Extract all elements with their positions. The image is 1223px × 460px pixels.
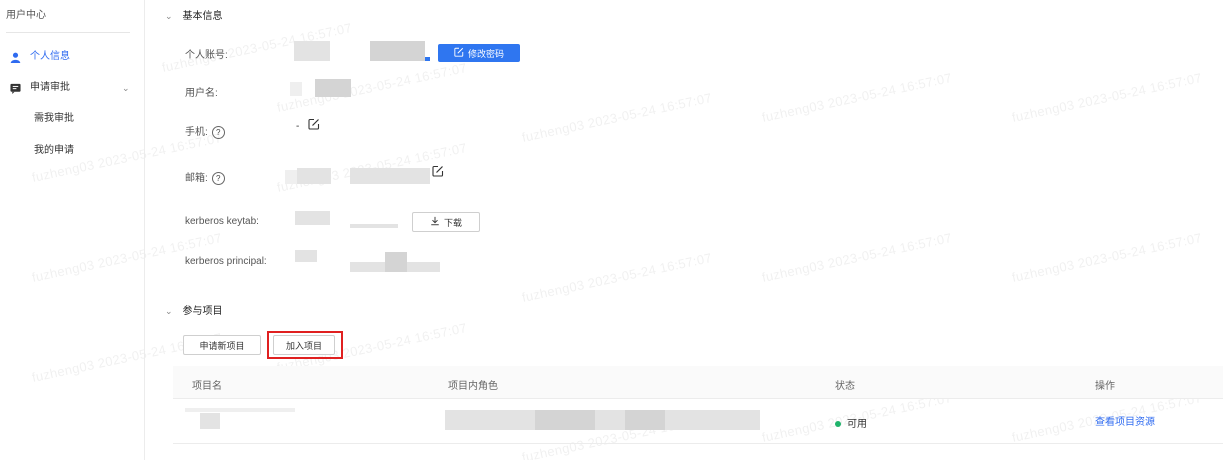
sidebar-item-approval[interactable]: 申请审批 ⌄ [0, 77, 144, 99]
email-label: 邮箱:? [185, 169, 225, 185]
apply-new-project-label: 申请新项目 [199, 340, 245, 351]
redacted-value [200, 413, 220, 429]
join-project-label: 加入项目 [285, 340, 322, 351]
main-content: ⌄ 基本信息 个人账号: 修改密码 用户名: 手机:? - 邮箱:? kerber… [145, 0, 1223, 460]
edit-phone-icon[interactable] [308, 118, 320, 130]
redacted-value [625, 410, 665, 430]
chevron-down-icon: ⌄ [165, 11, 173, 21]
download-button[interactable]: 下载 [412, 212, 480, 232]
section-title: 基本信息 [182, 11, 223, 22]
sidebar-item-personal-info[interactable]: 个人信息 [0, 46, 144, 68]
redacted-value [297, 168, 331, 184]
redacted-value [290, 82, 302, 96]
column-header-role: 项目内角色 [448, 381, 498, 392]
sidebar-item-label: 个人信息 [30, 51, 70, 62]
redacted-value [445, 410, 760, 430]
sidebar-item-label: 我的申请 [34, 145, 74, 156]
status-text: 可用 [847, 419, 867, 430]
sidebar-title: 用户中心 [6, 10, 46, 21]
sidebar-item-label: 需我审批 [34, 113, 74, 124]
status-cell: 可用 [835, 415, 867, 430]
principal-label: kerberos principal: [185, 256, 267, 267]
status-dot [835, 421, 841, 428]
help-icon[interactable]: ? [211, 125, 225, 139]
sidebar-item-pending-approval[interactable]: 需我审批 [0, 108, 144, 130]
message-icon [10, 77, 22, 99]
phone-value: - [296, 121, 300, 132]
chevron-down-icon: ⌄ [165, 306, 173, 316]
redaction-fragment [425, 57, 430, 61]
username-label: 用户名: [185, 88, 218, 99]
redacted-value [370, 41, 425, 61]
table-divider [173, 443, 1223, 444]
sidebar-divider [6, 32, 130, 33]
projects-section-header[interactable]: ⌄ 参与项目 [165, 304, 223, 318]
redacted-value [385, 252, 407, 272]
change-password-button[interactable]: 修改密码 [438, 44, 520, 62]
download-icon [430, 216, 440, 228]
redacted-value [294, 41, 330, 61]
phone-label: 手机:? [185, 123, 225, 139]
redacted-value [185, 408, 295, 412]
section-title: 参与项目 [182, 306, 223, 317]
column-header-status: 状态 [835, 381, 855, 392]
view-project-resources-link[interactable]: 查看项目资源 [1095, 413, 1155, 428]
apply-new-project-button[interactable]: 申请新项目 [183, 335, 261, 355]
account-label: 个人账号: [185, 50, 228, 61]
column-header-actions: 操作 [1095, 381, 1115, 392]
redacted-value [295, 211, 330, 225]
keytab-label: kerberos keytab: [185, 216, 259, 227]
redacted-value [350, 168, 430, 184]
phone-label-text: 手机: [185, 127, 208, 138]
download-label: 下载 [443, 217, 462, 228]
edit-icon [454, 47, 464, 59]
user-icon [10, 46, 22, 68]
redacted-value [350, 224, 398, 228]
email-label-text: 邮箱: [185, 173, 208, 184]
basic-info-section-header[interactable]: ⌄ 基本信息 [165, 9, 223, 23]
table-divider [173, 398, 1223, 399]
sidebar-item-my-requests[interactable]: 我的申请 [0, 140, 144, 162]
change-password-label: 修改密码 [467, 48, 504, 59]
redacted-value [315, 79, 351, 97]
column-header-project-name: 项目名 [192, 381, 222, 392]
table-header [173, 366, 1223, 398]
redacted-value [285, 170, 297, 184]
sidebar: 用户中心 个人信息 申请审批 ⌄ 需我审批 我的申请 [0, 0, 145, 460]
edit-email-icon[interactable] [432, 165, 444, 177]
redacted-value [295, 250, 317, 262]
chevron-down-icon: ⌄ [122, 83, 130, 93]
help-icon[interactable]: ? [211, 171, 225, 185]
join-project-button[interactable]: 加入项目 [273, 335, 335, 355]
sidebar-item-label: 申请审批 [30, 82, 70, 93]
redacted-value [535, 410, 595, 430]
